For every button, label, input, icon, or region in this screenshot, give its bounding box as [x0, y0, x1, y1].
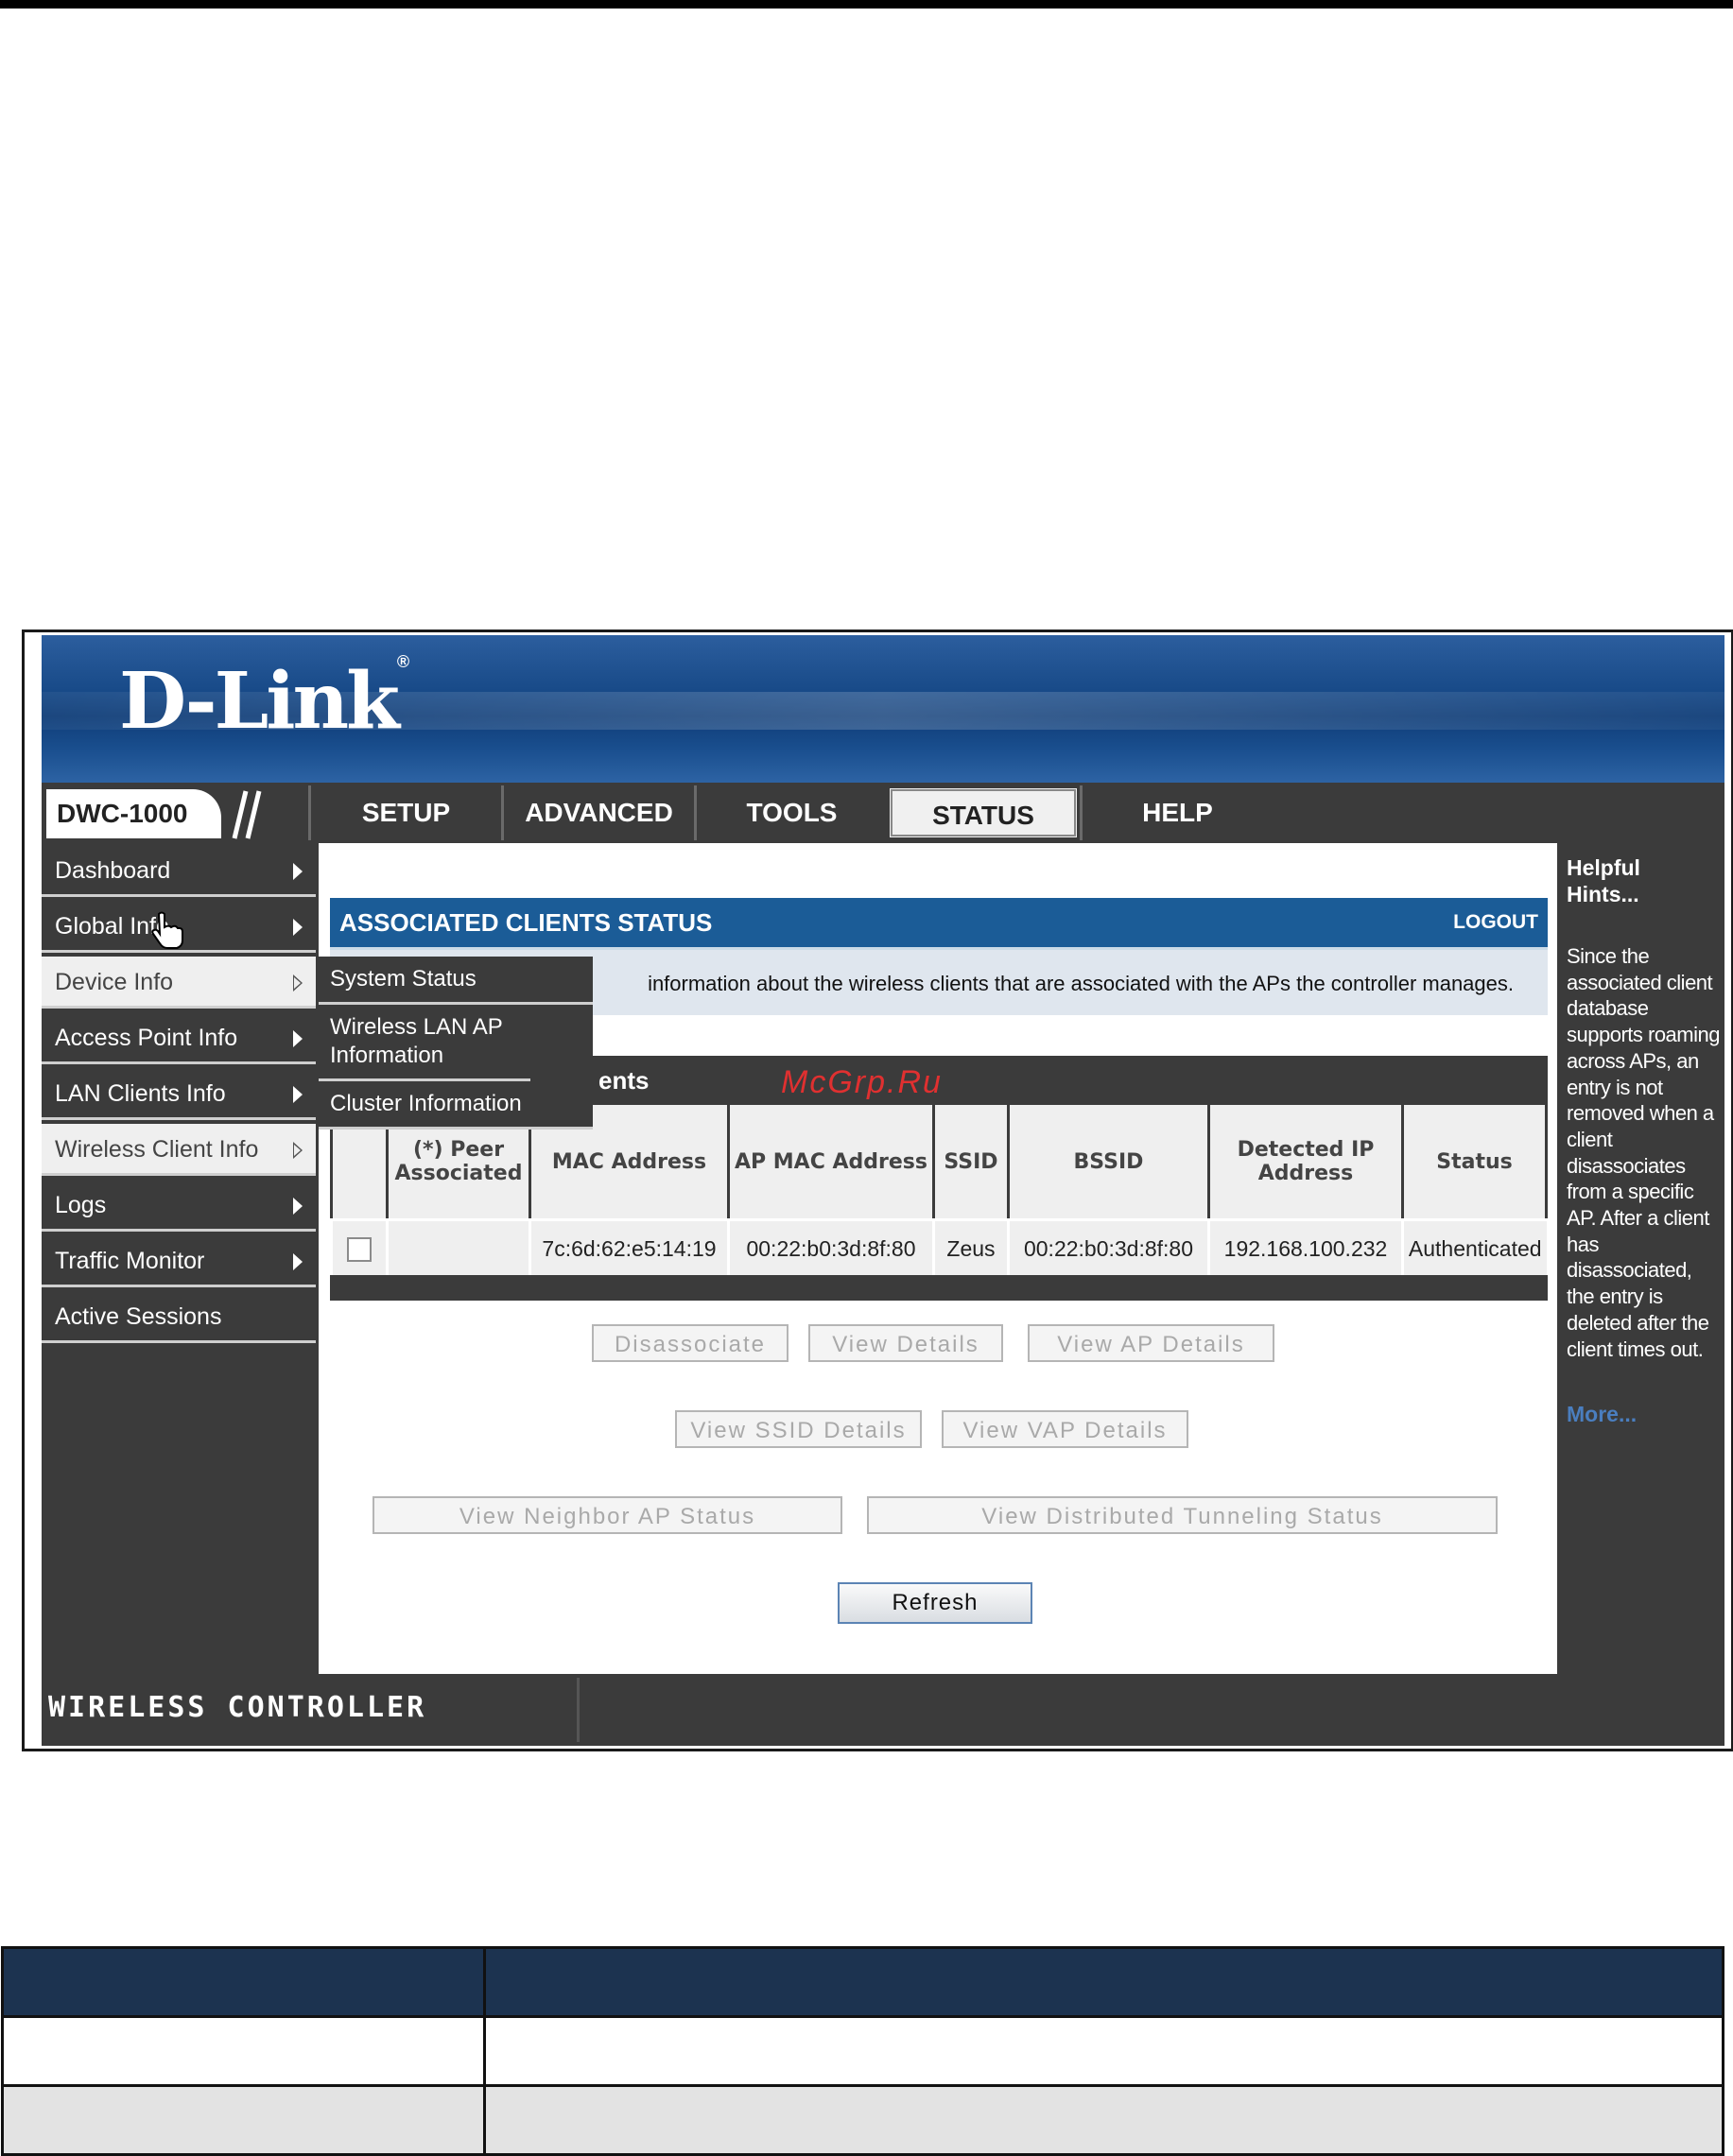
associated-clients-table: (*) Peer Associated MAC Address AP MAC A…	[330, 1105, 1548, 1277]
table-footer-bar	[330, 1275, 1548, 1301]
mac-address-cell: 7c:6d:62:e5:14:19	[529, 1219, 729, 1277]
doc-table-header-row	[1, 1946, 1724, 2018]
top-nav: DWC-1000 SETUP ADVANCED TOOLS STATUS HEL…	[42, 783, 1724, 843]
sidebar-item-label: Device Info	[55, 969, 174, 995]
sidebar-item-logs[interactable]: Logs	[42, 1180, 316, 1232]
doc-table-cell	[1, 2015, 486, 2087]
model-badge: DWC-1000	[46, 789, 221, 838]
hand-cursor-icon	[151, 911, 183, 949]
sidebar-item-label: Active Sessions	[55, 1303, 222, 1330]
view-neighbor-ap-status-button[interactable]: View Neighbor AP Status	[373, 1496, 842, 1534]
view-distributed-tunneling-status-button[interactable]: View Distributed Tunneling Status	[867, 1496, 1498, 1534]
sidebar-item-dashboard[interactable]: Dashboard	[42, 845, 316, 897]
row-select-cell[interactable]	[330, 1219, 388, 1277]
sidebar: Dashboard Global Info Device Info Access…	[42, 843, 319, 1674]
view-vap-details-button[interactable]: View VAP Details	[942, 1410, 1188, 1448]
brand-header: D-Link®	[42, 635, 1724, 783]
row-checkbox[interactable]	[347, 1237, 372, 1263]
disassociate-button[interactable]: Disassociate	[592, 1324, 789, 1362]
doc-table-row	[1, 2015, 1724, 2087]
tab-advanced[interactable]: ADVANCED	[501, 785, 694, 840]
section-header: ASSOCIATED CLIENTS STATUS LOGOUT	[330, 898, 1548, 950]
refresh-button[interactable]: Refresh	[838, 1582, 1032, 1624]
doc-table-row	[1, 2084, 1724, 2156]
dlink-logo: D-Link®	[119, 652, 409, 747]
sidebar-item-wireless-client-info[interactable]: Wireless Client Info	[42, 1124, 316, 1176]
sidebar-item-active-sessions[interactable]: Active Sessions	[42, 1291, 316, 1343]
sidebar-item-access-point-info[interactable]: Access Point Info	[42, 1012, 316, 1064]
device-info-flyout-menu: System Status Wireless LAN AP Informatio…	[319, 957, 593, 1130]
ap-mac-address-cell: 00:22:b0:3d:8f:80	[727, 1219, 934, 1277]
table-row: 7c:6d:62:e5:14:19 00:22:b0:3d:8f:80 Zeus…	[330, 1219, 1547, 1277]
page-title: ASSOCIATED CLIENTS STATUS	[339, 908, 713, 937]
view-ap-details-button[interactable]: View AP Details	[1028, 1324, 1274, 1362]
more-link[interactable]: More...	[1567, 1402, 1637, 1427]
hints-body: Since the associated client database sup…	[1567, 944, 1720, 1361]
sidebar-item-label: Access Point Info	[55, 1025, 238, 1051]
browser-window: D-Link® DWC-1000 SETUP ADVANCED TOOLS ST…	[22, 630, 1733, 1751]
chevron-right-icon	[293, 1086, 303, 1103]
peer-associated-cell	[386, 1219, 530, 1277]
chevron-right-icon	[293, 1253, 303, 1270]
menu-item-system-status[interactable]: System Status	[319, 957, 593, 1005]
status-cell: Authenticated	[1401, 1219, 1547, 1277]
menu-item-wireless-lan-ap-information[interactable]: Wireless LAN AP Information	[319, 1005, 530, 1081]
footer-divider	[577, 1678, 580, 1742]
tab-setup[interactable]: SETUP	[308, 785, 501, 840]
description-text: information about the wireless clients t…	[648, 972, 1514, 995]
tab-tools[interactable]: TOOLS	[694, 785, 887, 840]
column-header-detected-ip: Detected IP Address	[1207, 1105, 1404, 1221]
column-header-ap-mac-address: AP MAC Address	[727, 1105, 935, 1221]
logo-text: D-Link	[119, 656, 400, 747]
doc-table-header-cell	[483, 1946, 1724, 2018]
view-ssid-details-button[interactable]: View SSID Details	[675, 1410, 922, 1448]
sidebar-item-label: Dashboard	[55, 857, 171, 884]
helpful-hints-panel: Helpful Hints... Since the associated cl…	[1557, 843, 1724, 1674]
menu-item-cluster-information[interactable]: Cluster Information	[319, 1081, 593, 1130]
view-details-button[interactable]: View Details	[808, 1324, 1003, 1362]
document-table	[1, 1946, 1724, 2156]
detected-ip-cell: 192.168.100.232	[1207, 1219, 1403, 1277]
registered-mark: ®	[396, 652, 410, 671]
slash-decoration	[232, 790, 262, 839]
chevron-right-icon	[293, 863, 303, 880]
chevron-right-outline-icon	[293, 1142, 303, 1159]
sidebar-item-lan-clients-info[interactable]: LAN Clients Info	[42, 1068, 316, 1120]
sidebar-item-label: Traffic Monitor	[55, 1248, 205, 1274]
watermark: McGrp.Ru	[781, 1064, 943, 1100]
doc-table-header-cell	[1, 1946, 486, 2018]
ssid-cell: Zeus	[932, 1219, 1009, 1277]
doc-table-cell	[1, 2084, 486, 2156]
hints-title: Helpful Hints...	[1567, 855, 1640, 906]
logout-link[interactable]: LOGOUT	[1453, 898, 1538, 947]
page-top-rule	[0, 0, 1733, 9]
sidebar-item-label: Logs	[55, 1192, 107, 1218]
footer-bar: WIRELESS CONTROLLER	[42, 1674, 1724, 1746]
chevron-right-icon	[293, 1030, 303, 1047]
sidebar-item-traffic-monitor[interactable]: Traffic Monitor	[42, 1235, 316, 1287]
column-header-ssid: SSID	[932, 1105, 1010, 1221]
doc-table-cell	[483, 2015, 1724, 2087]
table-title: ents	[598, 1066, 650, 1095]
screenshot-frame: D-Link® DWC-1000 SETUP ADVANCED TOOLS ST…	[22, 630, 1733, 1751]
footer-title: WIRELESS CONTROLLER	[48, 1691, 427, 1724]
chevron-right-outline-icon	[293, 975, 303, 992]
tab-help[interactable]: HELP	[1080, 785, 1273, 840]
sidebar-item-label: Wireless Client Info	[55, 1136, 259, 1163]
doc-table-cell	[483, 2084, 1724, 2156]
chevron-right-icon	[293, 1198, 303, 1215]
chevron-right-icon	[293, 919, 303, 936]
column-header-status: Status	[1401, 1105, 1548, 1221]
sidebar-item-label: LAN Clients Info	[55, 1080, 226, 1107]
bssid-cell: 00:22:b0:3d:8f:80	[1007, 1219, 1209, 1277]
sidebar-item-device-info[interactable]: Device Info	[42, 957, 316, 1009]
tab-status[interactable]: STATUS	[887, 785, 1080, 840]
column-header-bssid: BSSID	[1007, 1105, 1210, 1221]
